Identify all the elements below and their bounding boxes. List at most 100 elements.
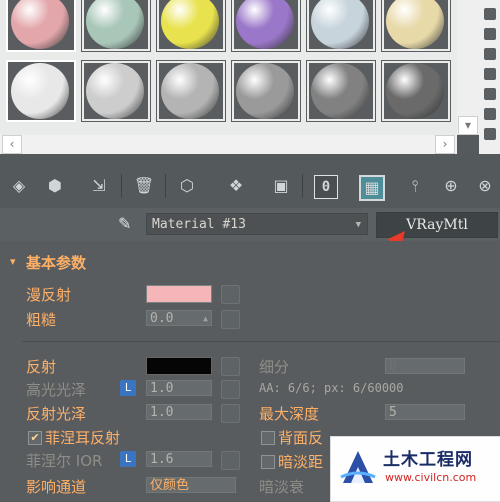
scroll-down-arrow-icon[interactable]: ▾ [458, 116, 478, 135]
site-watermark: 土木工程网 www.civilcn.com [330, 436, 500, 502]
reflect-label: 反射 [26, 358, 57, 376]
roughness-spinner[interactable]: 0.0 ▲ [146, 310, 212, 326]
affect-channels-value: 仅颜色 [150, 478, 190, 493]
roughness-map-button[interactable] [221, 310, 240, 329]
diffuse-map-button[interactable] [221, 285, 240, 304]
fresnel-ior-value: 1.6 [150, 452, 174, 467]
material-preview-sphere [236, 0, 294, 49]
assign-to-selection-icon[interactable]: ⇲ [88, 175, 110, 197]
fresnel-ior-label: 菲涅尔 IOR [26, 452, 103, 470]
roughness-label: 粗糙 [26, 311, 57, 329]
material-preview-sphere [311, 0, 369, 49]
video-color-check-icon[interactable] [484, 88, 496, 100]
material-preview-sphere [386, 63, 444, 119]
show-in-viewport-icon[interactable]: ▦ [359, 175, 385, 201]
watermark-title: 土木工程网 [383, 450, 473, 470]
save-icon[interactable]: ▣ [270, 175, 292, 197]
hilight-gloss-value: 1.0 [150, 381, 174, 396]
roughness-value: 0.0 [150, 311, 174, 326]
material-preview-sphere [86, 63, 144, 119]
material-preview-sphere [11, 0, 69, 49]
material-preview-sphere [161, 63, 219, 119]
put-to-scene-icon[interactable]: ⬢ [44, 175, 66, 197]
material-preview-sphere [236, 63, 294, 119]
toolbar-divider [165, 174, 166, 198]
spinner-arrows-icon[interactable]: ▲ [203, 311, 208, 327]
hilight-gloss-label: 高光光泽 [26, 381, 87, 399]
go-forward-to-sibling-icon[interactable]: ⊗ [474, 175, 496, 197]
material-name-text: Material #13 [152, 217, 246, 232]
subdivs-value: 8 [389, 359, 397, 374]
put-to-library-icon[interactable]: ❖ [225, 175, 247, 197]
affect-channels-select[interactable]: 仅颜色 [146, 477, 236, 493]
eyedropper-icon[interactable]: ✎ [118, 214, 138, 234]
refl-gloss-map-button[interactable] [221, 404, 240, 423]
affect-channels-label: 影响通道 [26, 478, 87, 496]
back-reflect-checkbox[interactable] [261, 431, 275, 445]
reflect-map-button[interactable] [221, 357, 240, 376]
get-material-icon[interactable]: ◈ [8, 175, 30, 197]
rollout-collapse-icon[interactable]: ▾ [10, 255, 16, 268]
material-name-row: ✎ Material #13 ▼ VRayMtl [0, 208, 500, 241]
show-end-result-icon[interactable]: ⫯ [404, 175, 426, 197]
hilight-gloss-spinner[interactable]: 1.0 [146, 380, 212, 396]
scroll-right-arrow-icon[interactable]: › [435, 135, 455, 154]
material-slot[interactable] [6, 60, 76, 122]
diffuse-color-swatch[interactable] [146, 285, 212, 303]
delete-icon[interactable]: 🗑 [133, 175, 155, 197]
go-to-parent-icon[interactable]: ⊕ [440, 175, 462, 197]
material-slot[interactable] [306, 60, 376, 122]
refl-gloss-spinner[interactable]: 1.0 [146, 404, 212, 420]
material-editor-toolbar: ◈ ⬢ ⇲ 🗑 ⬡ ❖ ▣ 0 ▦ ⫯ ⊕ ⊗ [0, 154, 500, 208]
material-slot[interactable] [81, 0, 151, 52]
watermark-url: www.civilcn.com [385, 471, 477, 484]
hilight-gloss-map-button[interactable] [221, 380, 240, 399]
subdivs-label: 细分 [259, 358, 290, 376]
uv-tiling-icon[interactable] [484, 68, 496, 80]
make-unique-icon[interactable]: ⬡ [176, 175, 198, 197]
material-slot-grid [0, 0, 457, 135]
refl-gloss-label: 反射光泽 [26, 405, 87, 423]
fresnel-ior-map-button[interactable] [221, 451, 240, 470]
make-preview-icon[interactable] [484, 108, 496, 120]
material-name-field[interactable]: Material #13 ▼ [146, 213, 368, 235]
toolbar-divider [121, 174, 122, 198]
rollout-title: 基本参数 [26, 254, 87, 272]
subdivs-spinner[interactable]: 8 [385, 358, 465, 374]
material-slot[interactable] [6, 0, 76, 52]
max-depth-value: 5 [389, 405, 397, 420]
reflect-color-swatch[interactable] [146, 357, 212, 375]
backlight-icon[interactable] [484, 28, 496, 40]
site-logo-icon [340, 451, 376, 483]
material-slot[interactable] [231, 0, 301, 52]
side-toolbar [479, 0, 500, 154]
refl-gloss-value: 1.0 [150, 405, 174, 420]
dim-distance-checkbox[interactable] [261, 455, 275, 469]
fresnel-ior-lock-button[interactable]: L [120, 451, 136, 467]
background-icon[interactable] [484, 48, 496, 60]
slot-vertical-scrollbar[interactable]: ▾ [457, 0, 479, 135]
material-slot[interactable] [156, 60, 226, 122]
material-preview-sphere [386, 0, 444, 49]
material-preview-sphere [161, 0, 219, 49]
aa-info-text: AA: 6/6; px: 6/60000 [259, 381, 404, 395]
material-slot[interactable] [306, 0, 376, 52]
fresnel-label: 菲涅耳反射 [45, 429, 121, 447]
dim-distance-label: 暗淡距 [278, 453, 324, 471]
max-depth-spinner[interactable]: 5 [385, 404, 465, 420]
material-slot[interactable] [156, 0, 226, 52]
material-slot[interactable] [81, 60, 151, 122]
fresnel-checkbox[interactable]: ✔ [28, 431, 42, 445]
material-preview-sphere [11, 63, 69, 119]
options-icon[interactable] [484, 128, 496, 140]
scroll-left-arrow-icon[interactable]: ‹ [2, 135, 22, 154]
material-slot[interactable] [381, 60, 451, 122]
slot-horizontal-scrollbar[interactable]: ‹ › [0, 135, 457, 154]
material-slot[interactable] [381, 0, 451, 52]
material-slot[interactable] [231, 60, 301, 122]
material-id-channel-button[interactable]: 0 [314, 175, 338, 199]
dim-falloff-label: 暗淡衰 [259, 478, 305, 496]
hilight-gloss-lock-button[interactable]: L [120, 380, 136, 396]
fresnel-ior-spinner[interactable]: 1.6 [146, 451, 212, 467]
sample-type-icon[interactable] [484, 8, 496, 20]
